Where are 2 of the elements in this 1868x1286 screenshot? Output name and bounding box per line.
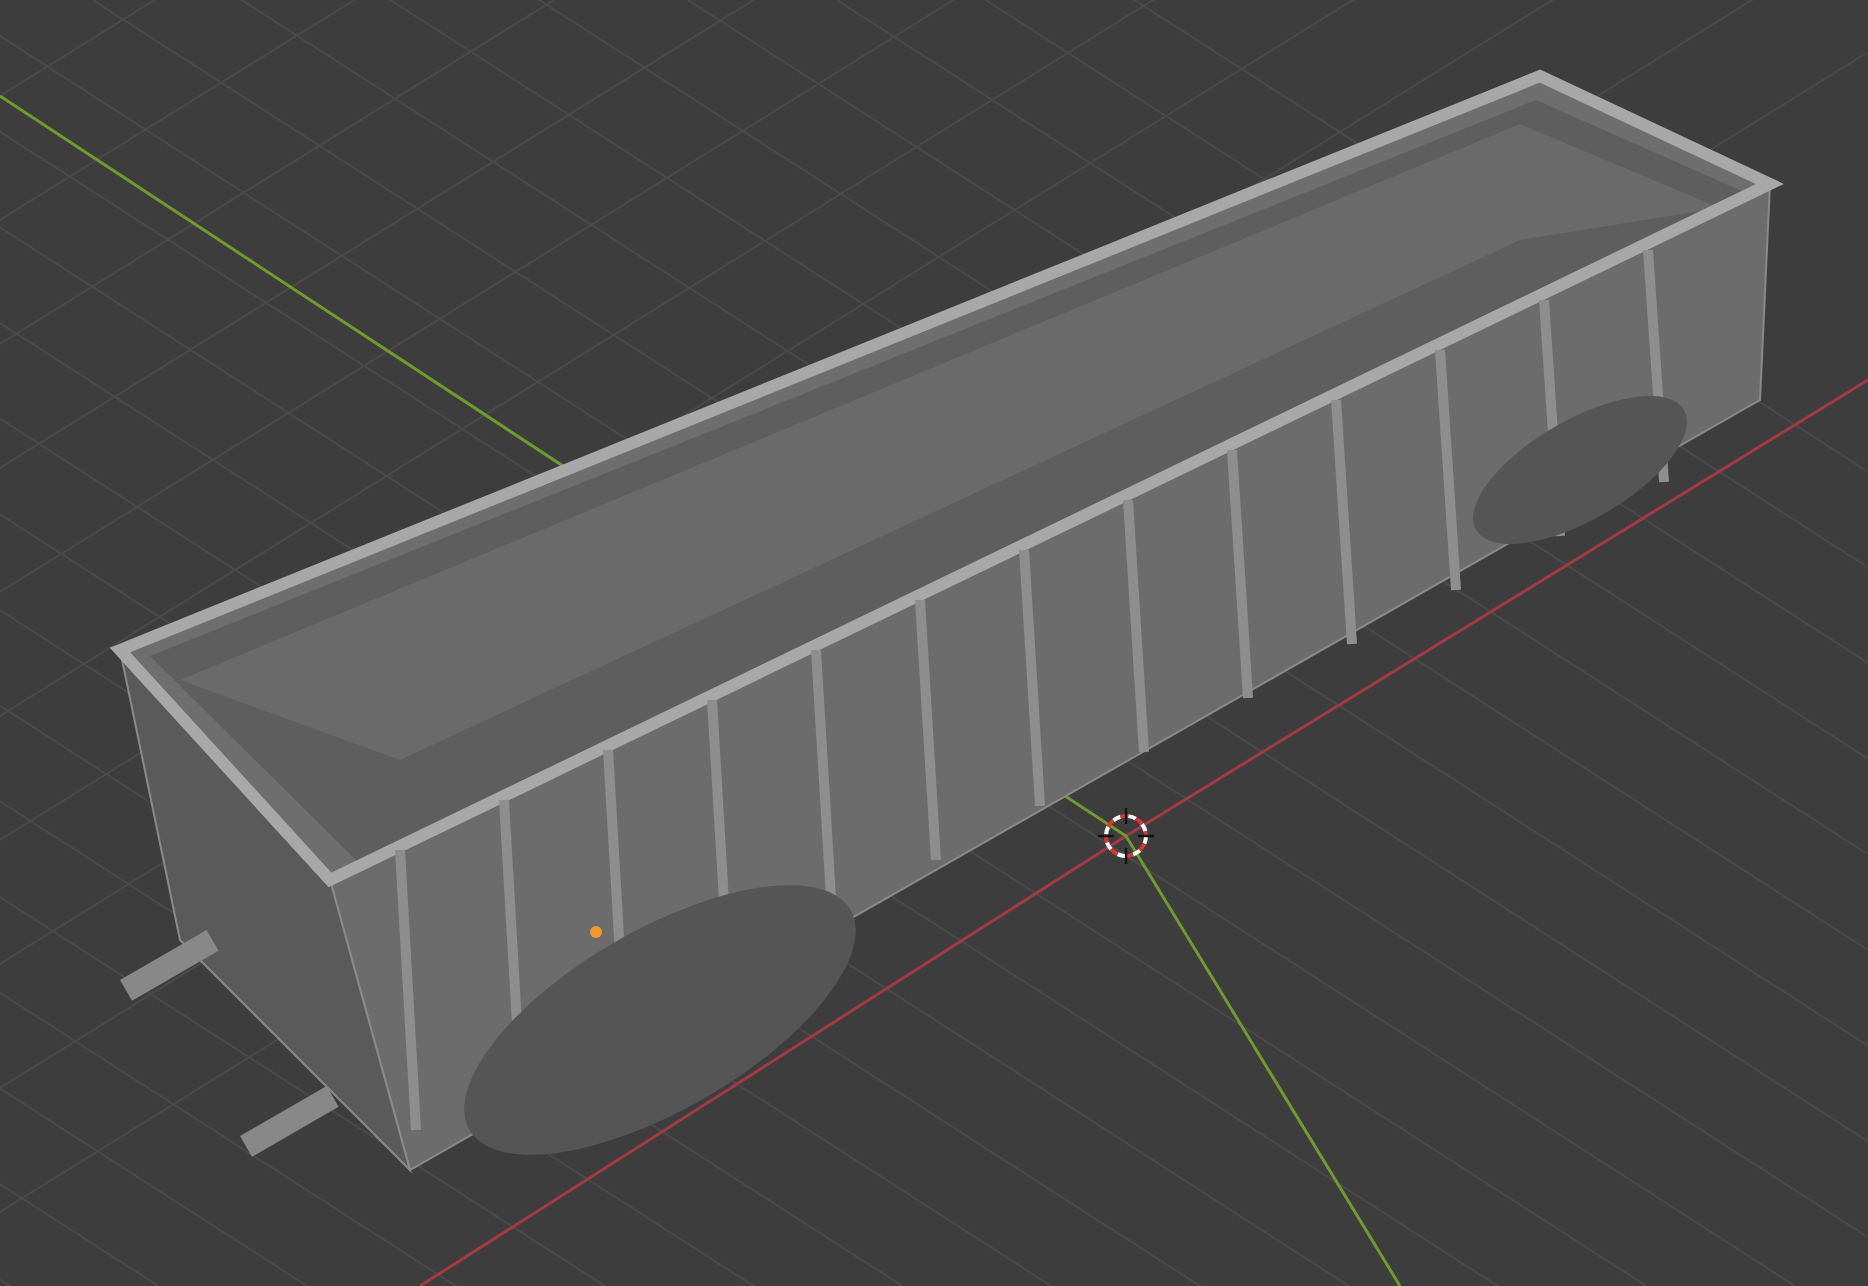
- 3d-cursor-icon[interactable]: [1096, 806, 1156, 866]
- 3d-viewport[interactable]: [0, 0, 1868, 1286]
